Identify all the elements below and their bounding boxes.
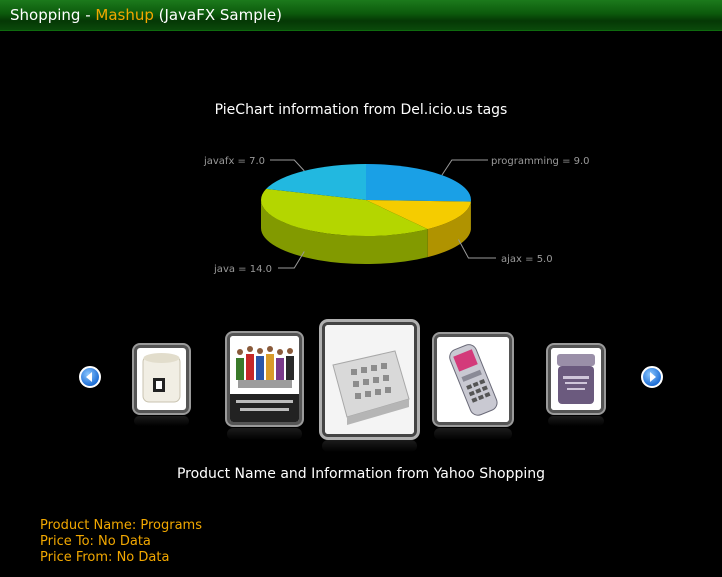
pie-label-3: javafx = 7.0 — [203, 156, 265, 167]
price-to: Price To: No Data — [40, 534, 151, 549]
carousel-item-apparel-book[interactable] — [227, 333, 302, 425]
price-from: Price From: No Data — [40, 550, 170, 565]
pie-label-2: java = 14.0 — [213, 264, 272, 275]
mixing-console-product-image — [325, 325, 414, 434]
pie-label-0: programming = 9.0 — [491, 156, 590, 167]
chevron-right-icon — [650, 372, 656, 382]
carousel-next-button[interactable] — [641, 366, 663, 388]
product-name: Product Name: Programs — [40, 518, 202, 533]
carousel-item-cosmetic-jar[interactable] — [548, 345, 604, 413]
cosmetic-jar-product-image — [551, 348, 601, 410]
carousel-item-mobile-phone[interactable] — [434, 334, 512, 425]
carousel-prev-button[interactable] — [79, 366, 101, 388]
mobile-phone-product-image — [437, 337, 509, 422]
carousel-item-jar-reflection — [134, 416, 189, 426]
carousel-item-jar[interactable] — [134, 345, 189, 413]
apparel-book-product-image — [230, 336, 299, 422]
pie-leader-line-1 — [458, 239, 496, 259]
pie-leader-line-0 — [441, 159, 488, 176]
carousel-item-cosmetic-jar-reflection — [548, 416, 604, 426]
pie-leader-line-3 — [270, 159, 305, 172]
pie-label-1: ajax = 5.0 — [501, 254, 553, 265]
product-section-title: Product Name and Information from Yahoo … — [176, 466, 546, 482]
carousel-item-mixing-console-reflection — [322, 440, 417, 452]
carousel-item-mixing-console[interactable] — [322, 322, 417, 437]
pie-slice-0[interactable] — [366, 164, 471, 202]
chevron-left-icon — [86, 372, 92, 382]
pie-chart: programming = 9.0 ajax = 5.0 java = 14.0 ja… — [203, 156, 590, 275]
carousel-item-apparel-book-reflection — [227, 428, 302, 440]
jar-product-image — [142, 353, 181, 403]
carousel-item-mobile-phone-reflection — [434, 428, 512, 440]
